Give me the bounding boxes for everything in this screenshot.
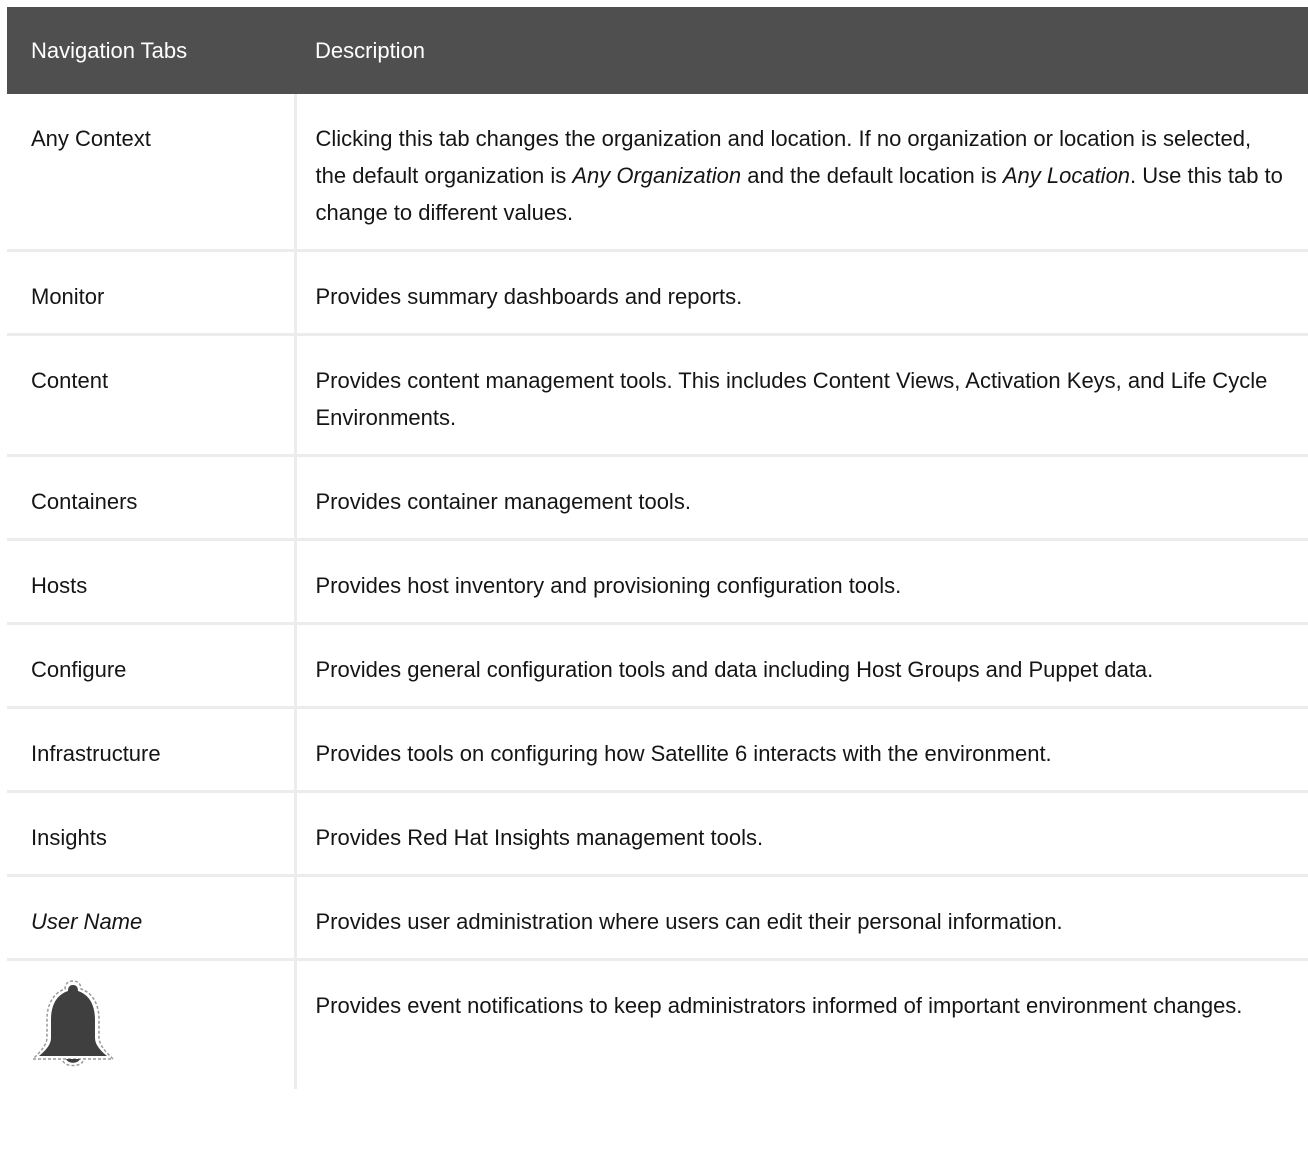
table-row: Infrastructure Provides tools on configu… [7, 707, 1308, 793]
tab-name: Any Context [7, 94, 295, 252]
tab-icon-cell [7, 960, 295, 1090]
desc-emphasis: Any Location [1002, 163, 1131, 188]
desc-text: and the default location is [741, 163, 1003, 188]
tab-description: Provides Red Hat Insights management too… [293, 791, 1308, 877]
table-row: Configure Provides general configuration… [7, 623, 1308, 709]
tab-description: Provides event notifications to keep adm… [293, 959, 1308, 1089]
navigation-tabs-table: Navigation Tabs Description Any Context … [7, 7, 1308, 1089]
tab-description: Provides user administration where users… [293, 875, 1308, 961]
table-row: Any Context Clicking this tab changes th… [7, 94, 1308, 252]
tab-name: Insights [7, 791, 295, 877]
tab-name: Infrastructure [7, 707, 295, 793]
table-row: Monitor Provides summary dashboards and … [7, 250, 1308, 336]
tab-description: Provides content management tools. This … [293, 334, 1308, 457]
table-row: Containers Provides container management… [7, 455, 1308, 541]
table-row: Provides event notifications to keep adm… [7, 959, 1308, 1090]
tab-name: Content [7, 334, 295, 457]
tab-name: Containers [7, 455, 295, 541]
tab-name: User Name [7, 875, 295, 961]
tab-description: Clicking this tab changes the organizati… [293, 94, 1308, 252]
tab-name: Hosts [7, 539, 295, 625]
tab-description: Provides summary dashboards and reports. [293, 250, 1308, 336]
tab-name: Configure [7, 623, 295, 709]
tab-description: Provides general configuration tools and… [293, 623, 1308, 709]
header-description: Description [295, 7, 1308, 94]
table-row: Insights Provides Red Hat Insights manag… [7, 791, 1308, 877]
navigation-tabs-table-wrapper: Navigation Tabs Description Any Context … [7, 7, 1308, 1157]
table-row: User Name Provides user administration w… [7, 875, 1308, 961]
tab-description: Provides host inventory and provisioning… [293, 539, 1308, 625]
tab-name: Monitor [7, 250, 295, 336]
tab-description: Provides tools on configuring how Satell… [293, 707, 1308, 793]
desc-emphasis: Any Organization [572, 163, 742, 188]
table-row: Content Provides content management tool… [7, 334, 1308, 457]
table-header-row: Navigation Tabs Description [7, 7, 1308, 94]
bell-icon [31, 980, 115, 1067]
tab-description: Provides container management tools. [293, 455, 1308, 541]
table-row: Hosts Provides host inventory and provis… [7, 539, 1308, 625]
header-navigation-tabs: Navigation Tabs [7, 7, 295, 94]
